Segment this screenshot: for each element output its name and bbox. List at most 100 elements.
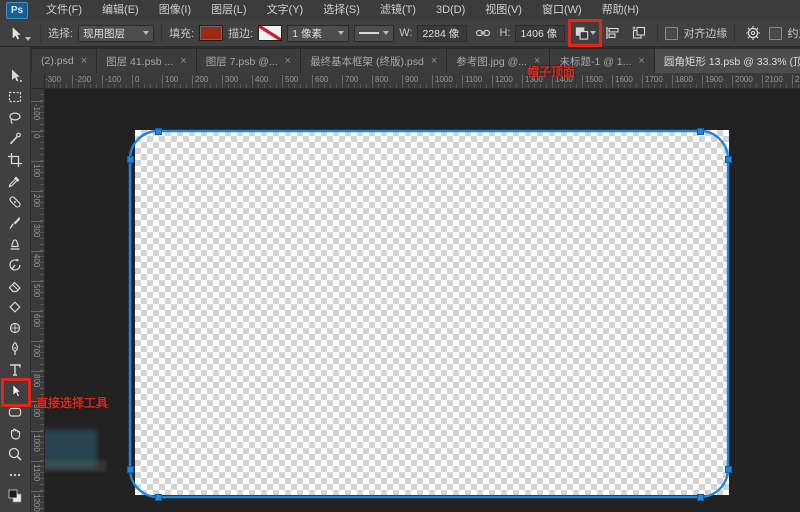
menu-item[interactable]: 文件(F) bbox=[36, 0, 92, 20]
ruler-tick-label: 1200 bbox=[32, 491, 41, 512]
canvas-transparency-checkerboard[interactable] bbox=[135, 130, 729, 495]
menu-item[interactable]: 窗口(W) bbox=[532, 0, 592, 20]
photoshop-logo[interactable]: Ps bbox=[6, 2, 28, 19]
path-anchor-point[interactable] bbox=[155, 494, 162, 501]
history-brush-tool[interactable] bbox=[0, 254, 30, 275]
menu-item[interactable]: 图层(L) bbox=[201, 0, 256, 20]
geometry-options-button[interactable] bbox=[742, 23, 764, 43]
rectangular-marquee-tool[interactable] bbox=[0, 86, 30, 107]
gradient-tool[interactable] bbox=[0, 296, 30, 317]
tool-icon bbox=[7, 362, 23, 378]
brush-tool[interactable] bbox=[0, 212, 30, 233]
ruler-tick-label: 300 bbox=[222, 75, 238, 85]
path-arrangement-icon bbox=[631, 25, 647, 41]
current-tool-button[interactable] bbox=[6, 26, 33, 41]
align-edges-checkbox[interactable] bbox=[665, 27, 678, 40]
tool-icon bbox=[7, 257, 23, 273]
path-anchor-point[interactable] bbox=[725, 156, 732, 163]
menu-item[interactable]: 滤镜(T) bbox=[370, 0, 426, 20]
stroke-color-swatch[interactable] bbox=[258, 25, 282, 41]
close-icon[interactable]: × bbox=[638, 55, 644, 67]
select-label: 选择: bbox=[48, 25, 73, 41]
direct-selection-tool[interactable] bbox=[0, 380, 30, 401]
pen-tool[interactable] bbox=[0, 338, 30, 359]
spot-healing-brush-tool[interactable] bbox=[0, 191, 30, 212]
tool-icon bbox=[7, 278, 23, 294]
close-icon[interactable]: × bbox=[285, 55, 291, 67]
dodge-tool[interactable] bbox=[0, 317, 30, 338]
align-edges-label: 对齐边缘 bbox=[683, 25, 727, 41]
shape-height-input[interactable]: 1406 像 bbox=[515, 25, 565, 42]
tool-icon bbox=[7, 236, 23, 252]
close-icon[interactable]: × bbox=[180, 55, 186, 67]
ruler-tick-label: 200 bbox=[192, 75, 208, 85]
constrain-path-dragging-label: 约束路径拖动 bbox=[787, 25, 800, 41]
solid-line-icon bbox=[359, 32, 379, 34]
close-icon[interactable]: × bbox=[81, 55, 87, 67]
separator bbox=[734, 24, 735, 42]
menu-item[interactable]: 文字(Y) bbox=[257, 0, 314, 20]
ruler-tick-label: 2000 bbox=[732, 75, 753, 85]
foreground-background-swatches[interactable] bbox=[0, 485, 30, 506]
close-icon[interactable]: × bbox=[431, 55, 437, 67]
toolbar-ellipsis[interactable] bbox=[0, 464, 30, 485]
ruler-tick-label: 0 bbox=[132, 75, 139, 85]
constrain-path-dragging-checkbox[interactable] bbox=[769, 27, 782, 40]
type-tool[interactable] bbox=[0, 359, 30, 380]
menu-item[interactable]: 视图(V) bbox=[475, 0, 532, 20]
link-dimensions-button[interactable] bbox=[472, 23, 494, 43]
path-anchor-point[interactable] bbox=[725, 466, 732, 473]
ruler-tick-label: 1000 bbox=[432, 75, 453, 85]
vertical-ruler[interactable]: -100010020030040050060070080090010001100… bbox=[30, 88, 45, 512]
document-tab[interactable]: (2).psd × bbox=[32, 49, 97, 73]
chain-link-icon bbox=[475, 25, 491, 41]
document-tab[interactable]: 图层 7.psb @... × bbox=[197, 49, 301, 73]
width-label: W: bbox=[399, 27, 412, 39]
document-tab-label: 参考图.jpg @... bbox=[456, 54, 527, 69]
select-mode-dropdown[interactable]: 现用图层 bbox=[78, 25, 154, 42]
shape-width-input[interactable]: 2284 像 bbox=[417, 25, 467, 42]
path-anchor-point[interactable] bbox=[697, 128, 704, 135]
menu-item[interactable]: 选择(S) bbox=[313, 0, 370, 20]
ruler-tick-label: 800 bbox=[372, 75, 388, 85]
eraser-tool[interactable] bbox=[0, 275, 30, 296]
menu-items: 文件(F)编辑(E)图像(I)图层(L)文字(Y)选择(S)滤镜(T)3D(D)… bbox=[36, 0, 649, 20]
crop-tool[interactable] bbox=[0, 149, 30, 170]
quick-selection-tool[interactable] bbox=[0, 128, 30, 149]
document-tab[interactable]: 图层 41.psb ... × bbox=[97, 49, 197, 73]
clone-stamp-tool[interactable] bbox=[0, 233, 30, 254]
path-anchor-point[interactable] bbox=[697, 494, 704, 501]
path-arrangement-button[interactable] bbox=[628, 23, 650, 43]
tool-icon bbox=[7, 131, 23, 147]
ruler-tick-label: 500 bbox=[282, 75, 298, 85]
eyedropper-tool[interactable] bbox=[0, 170, 30, 191]
ruler-origin-corner[interactable] bbox=[30, 73, 45, 89]
path-selection-arrow-icon bbox=[8, 26, 23, 41]
gear-icon bbox=[745, 25, 761, 41]
ruler-tick-label: 400 bbox=[32, 251, 41, 267]
annotation-tool-note: 直接选择工具 bbox=[36, 394, 108, 411]
stroke-width-dropdown[interactable]: 1 像素 bbox=[287, 25, 349, 42]
document-tab[interactable]: 圆角矩形 13.psb @ 33.3% (顶盖 拷贝, RGB/8) × bbox=[655, 49, 800, 73]
menu-item[interactable]: 帮助(H) bbox=[592, 0, 649, 20]
menu-item[interactable]: 图像(I) bbox=[149, 0, 201, 20]
fill-color-swatch[interactable] bbox=[199, 25, 223, 41]
chevron-down-icon bbox=[383, 31, 389, 35]
ruler-tick-label: 400 bbox=[252, 75, 268, 85]
menu-item[interactable]: 编辑(E) bbox=[92, 0, 149, 20]
hand-tool[interactable] bbox=[0, 422, 30, 443]
path-alignment-button[interactable] bbox=[601, 23, 623, 43]
document-tab[interactable]: 最终基本框架 (终版).psd × bbox=[301, 49, 447, 73]
annotation-highlight-box bbox=[568, 19, 602, 47]
path-anchor-point[interactable] bbox=[127, 466, 134, 473]
path-anchor-point[interactable] bbox=[127, 156, 134, 163]
horizontal-ruler[interactable]: -300-200-1000100200300400500600700800900… bbox=[30, 73, 800, 89]
stroke-type-dropdown[interactable] bbox=[354, 25, 394, 42]
tool-icon bbox=[7, 488, 23, 504]
menu-item[interactable]: 3D(D) bbox=[426, 0, 475, 20]
zoom-tool[interactable] bbox=[0, 443, 30, 464]
path-anchor-point[interactable] bbox=[155, 128, 162, 135]
path-operations-button[interactable] bbox=[574, 23, 596, 43]
move-tool[interactable] bbox=[0, 65, 30, 86]
lasso-tool[interactable] bbox=[0, 107, 30, 128]
